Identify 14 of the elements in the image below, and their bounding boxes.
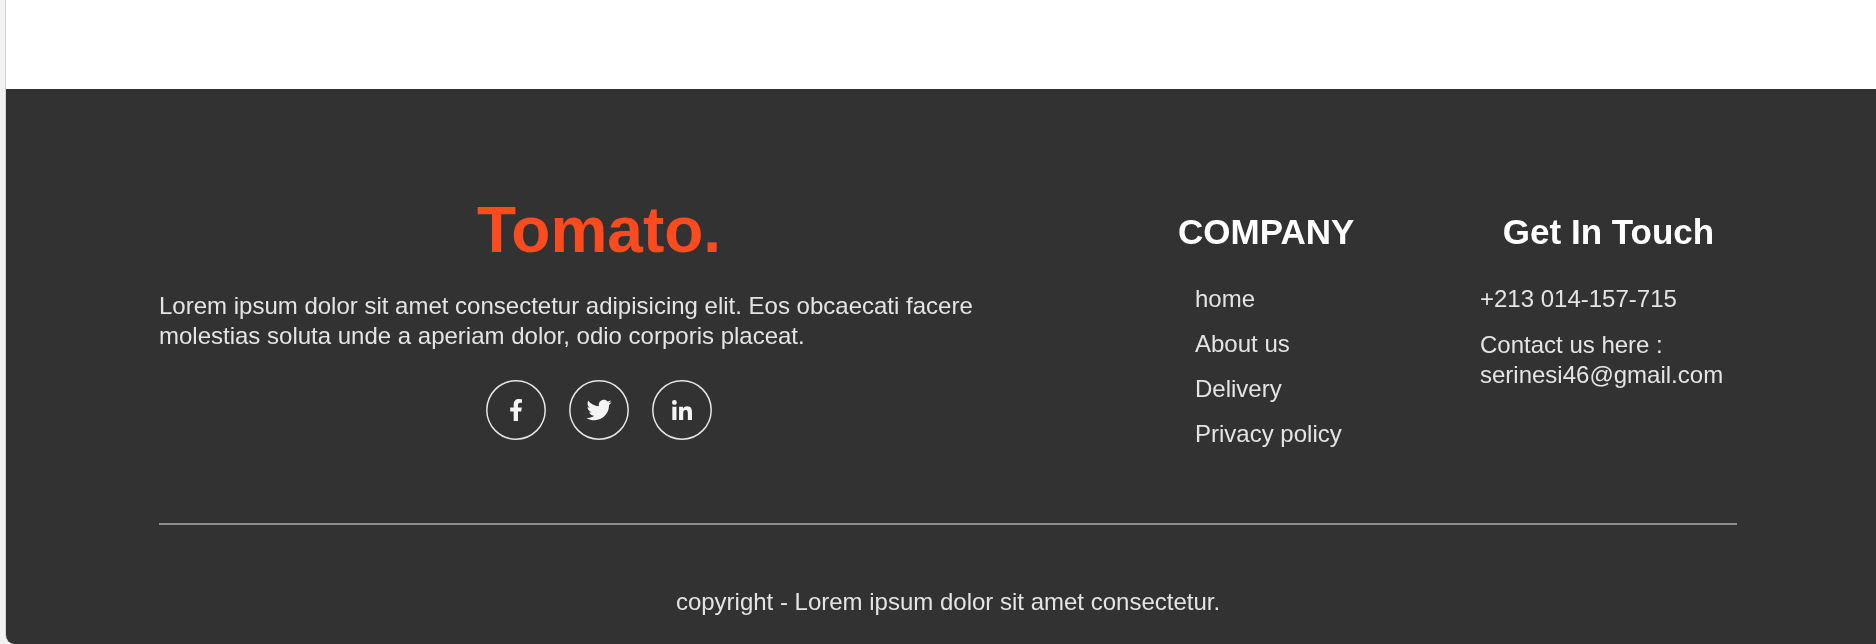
description-text: Lorem ipsum dolor sit amet consectetur adipisicing elit. Eos obcaecati facere molestias soluta unde a aperiam dolor, odio corporis placeat. bbox=[159, 291, 974, 351]
facebook-icon[interactable] bbox=[486, 380, 546, 440]
footer-link[interactable]: home bbox=[1195, 284, 1256, 314]
logo: Tomato. bbox=[476, 198, 722, 262]
footer-link[interactable]: Privacy policy bbox=[1195, 419, 1342, 449]
footer-link[interactable]: Delivery bbox=[1195, 374, 1282, 404]
phone-number: +213 014-157-715 bbox=[1480, 284, 1678, 314]
contact-email-text: Contact us here : serinesi46@gmail.com bbox=[1480, 330, 1725, 390]
column-heading: COMPANY bbox=[1178, 211, 1356, 253]
column-heading: Get In Touch bbox=[1501, 211, 1716, 253]
footer-link[interactable]: About us bbox=[1195, 329, 1290, 359]
linkedin-icon[interactable] bbox=[652, 380, 712, 440]
copyright-text: copyright - Lorem ipsum dolor sit amet consectetur. bbox=[674, 587, 1222, 617]
twitter-icon[interactable] bbox=[569, 380, 629, 440]
